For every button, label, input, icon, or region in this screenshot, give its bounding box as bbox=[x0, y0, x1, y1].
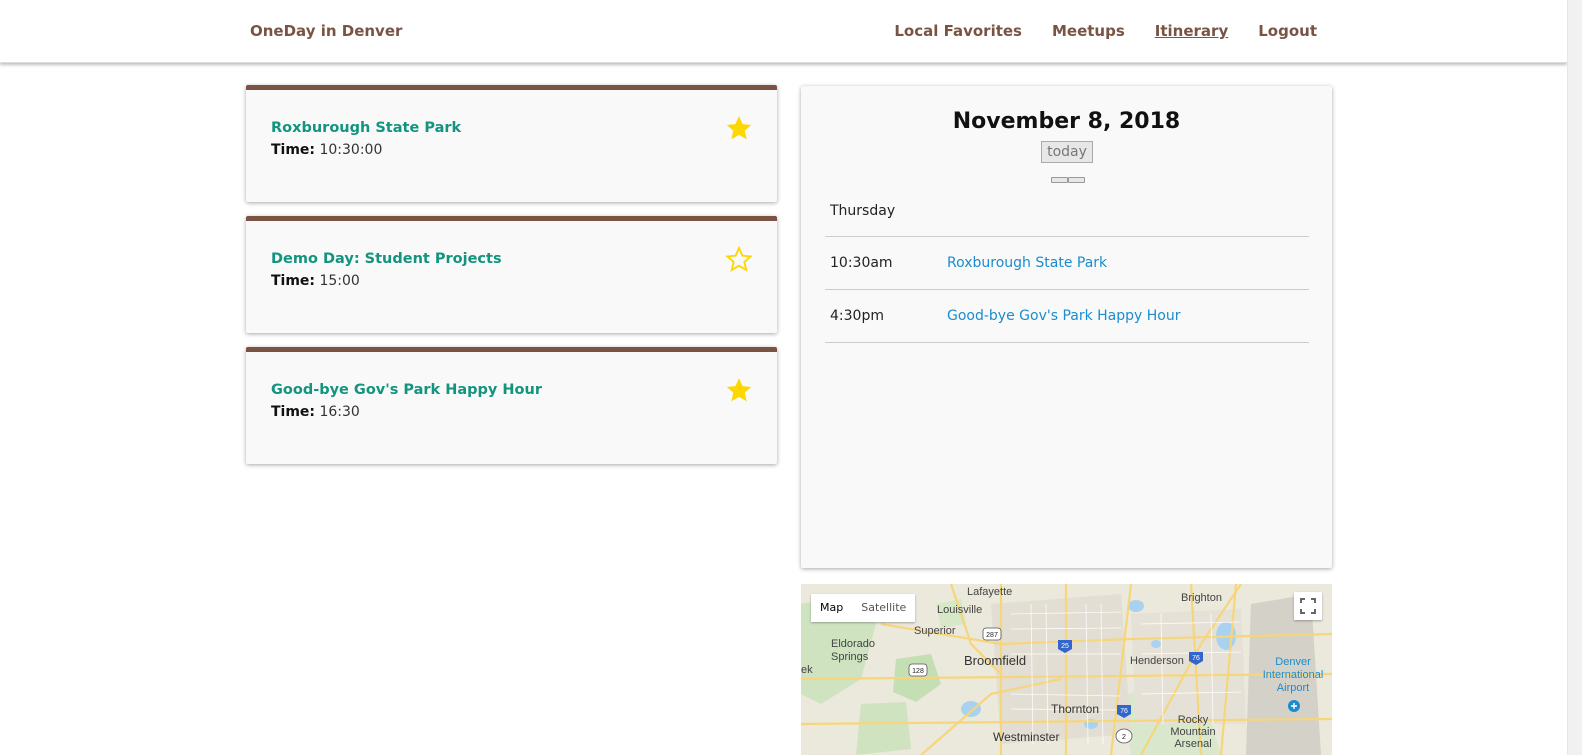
calendar-list: Thursday 10:30am Roxburough State Park 4… bbox=[825, 199, 1309, 343]
nav-links: Local Favorites Meetups Itinerary Logout bbox=[894, 22, 1317, 40]
event-time: Time: 10:30:00 bbox=[271, 142, 383, 158]
event-title: Demo Day: Student Projects bbox=[271, 251, 502, 267]
map-label-louisville: Louisville bbox=[937, 604, 983, 616]
entry-link[interactable]: Roxburough State Park bbox=[947, 255, 1107, 271]
shield-76a: 76 bbox=[1192, 655, 1200, 662]
nav-meetups[interactable]: Meetups bbox=[1052, 22, 1125, 40]
calendar-title: November 8, 2018 bbox=[952, 109, 1181, 134]
map-type-map-button[interactable]: Map bbox=[811, 594, 852, 622]
map-label-arsenal: Rocky Mountain Arsenal bbox=[1170, 714, 1216, 750]
event-card: Demo Day: Student Projects Time: 15:00 bbox=[246, 216, 777, 333]
map-label-airport: Denver International Airport bbox=[1262, 656, 1324, 694]
today-button[interactable]: today bbox=[1041, 141, 1093, 163]
brand-link[interactable]: OneDay in Denver bbox=[250, 22, 402, 40]
calendar-nav bbox=[1051, 177, 1085, 183]
list-item: 4:30pm Good-bye Gov's Park Happy Hour bbox=[825, 290, 1309, 343]
shield-128: 128 bbox=[912, 668, 924, 675]
event-card: Good-bye Gov's Park Happy Hour Time: 16:… bbox=[246, 347, 777, 464]
map-label-thornton: Thornton bbox=[1051, 702, 1100, 716]
top-navbar: OneDay in Denver Local Favorites Meetups… bbox=[0, 0, 1567, 63]
list-day-header: Thursday bbox=[825, 199, 1309, 237]
map-type-satellite-button[interactable]: Satellite bbox=[852, 594, 915, 622]
map-label-henderson: Henderson bbox=[1130, 655, 1184, 667]
shield-2: 2 bbox=[1122, 734, 1126, 741]
map-type-toggle: Map Satellite bbox=[811, 594, 916, 622]
shield-76b: 76 bbox=[1120, 708, 1128, 715]
map-label-lafayette: Lafayette bbox=[967, 586, 1013, 598]
list-item: 10:30am Roxburough State Park bbox=[825, 237, 1309, 290]
calendar-panel: November 8, 2018 today Thursday 10:30am … bbox=[801, 86, 1332, 568]
event-time: Time: 15:00 bbox=[271, 273, 360, 289]
map-label-eldorado: Eldorado Springs bbox=[831, 638, 876, 663]
event-time: Time: 16:30 bbox=[271, 404, 360, 420]
entry-time: 4:30pm bbox=[830, 308, 884, 324]
map-label-broomfield: Broomfield bbox=[964, 653, 1027, 668]
star-outline-icon[interactable] bbox=[725, 245, 753, 273]
map-label-westminster: Westminster bbox=[993, 730, 1060, 744]
star-filled-icon[interactable] bbox=[725, 114, 753, 142]
page-scrollbar[interactable] bbox=[1567, 0, 1582, 755]
entry-link[interactable]: Good-bye Gov's Park Happy Hour bbox=[947, 308, 1181, 324]
map[interactable]: 287 25 76 128 76 2 Lafayette Louisville … bbox=[801, 584, 1332, 755]
nav-itinerary[interactable]: Itinerary bbox=[1155, 22, 1228, 40]
event-title: Good-bye Gov's Park Happy Hour bbox=[271, 382, 542, 398]
map-label-superior: Superior bbox=[914, 625, 956, 637]
event-card: Roxburough State Park Time: 10:30:00 bbox=[246, 85, 777, 202]
entry-time: 10:30am bbox=[830, 255, 893, 271]
fullscreen-button[interactable] bbox=[1294, 592, 1322, 620]
event-title: Roxburough State Park bbox=[271, 120, 462, 136]
shield-287: 287 bbox=[986, 632, 998, 639]
nav-local-favorites[interactable]: Local Favorites bbox=[894, 22, 1022, 40]
fullscreen-icon bbox=[1300, 598, 1316, 614]
next-button[interactable] bbox=[1068, 177, 1085, 183]
map-label-brighton: Brighton bbox=[1181, 592, 1222, 604]
map-label-partial: ek bbox=[801, 664, 813, 676]
star-filled-icon[interactable] bbox=[725, 376, 753, 404]
shield-25: 25 bbox=[1061, 643, 1069, 650]
prev-button[interactable] bbox=[1051, 177, 1068, 183]
nav-logout[interactable]: Logout bbox=[1258, 22, 1317, 40]
